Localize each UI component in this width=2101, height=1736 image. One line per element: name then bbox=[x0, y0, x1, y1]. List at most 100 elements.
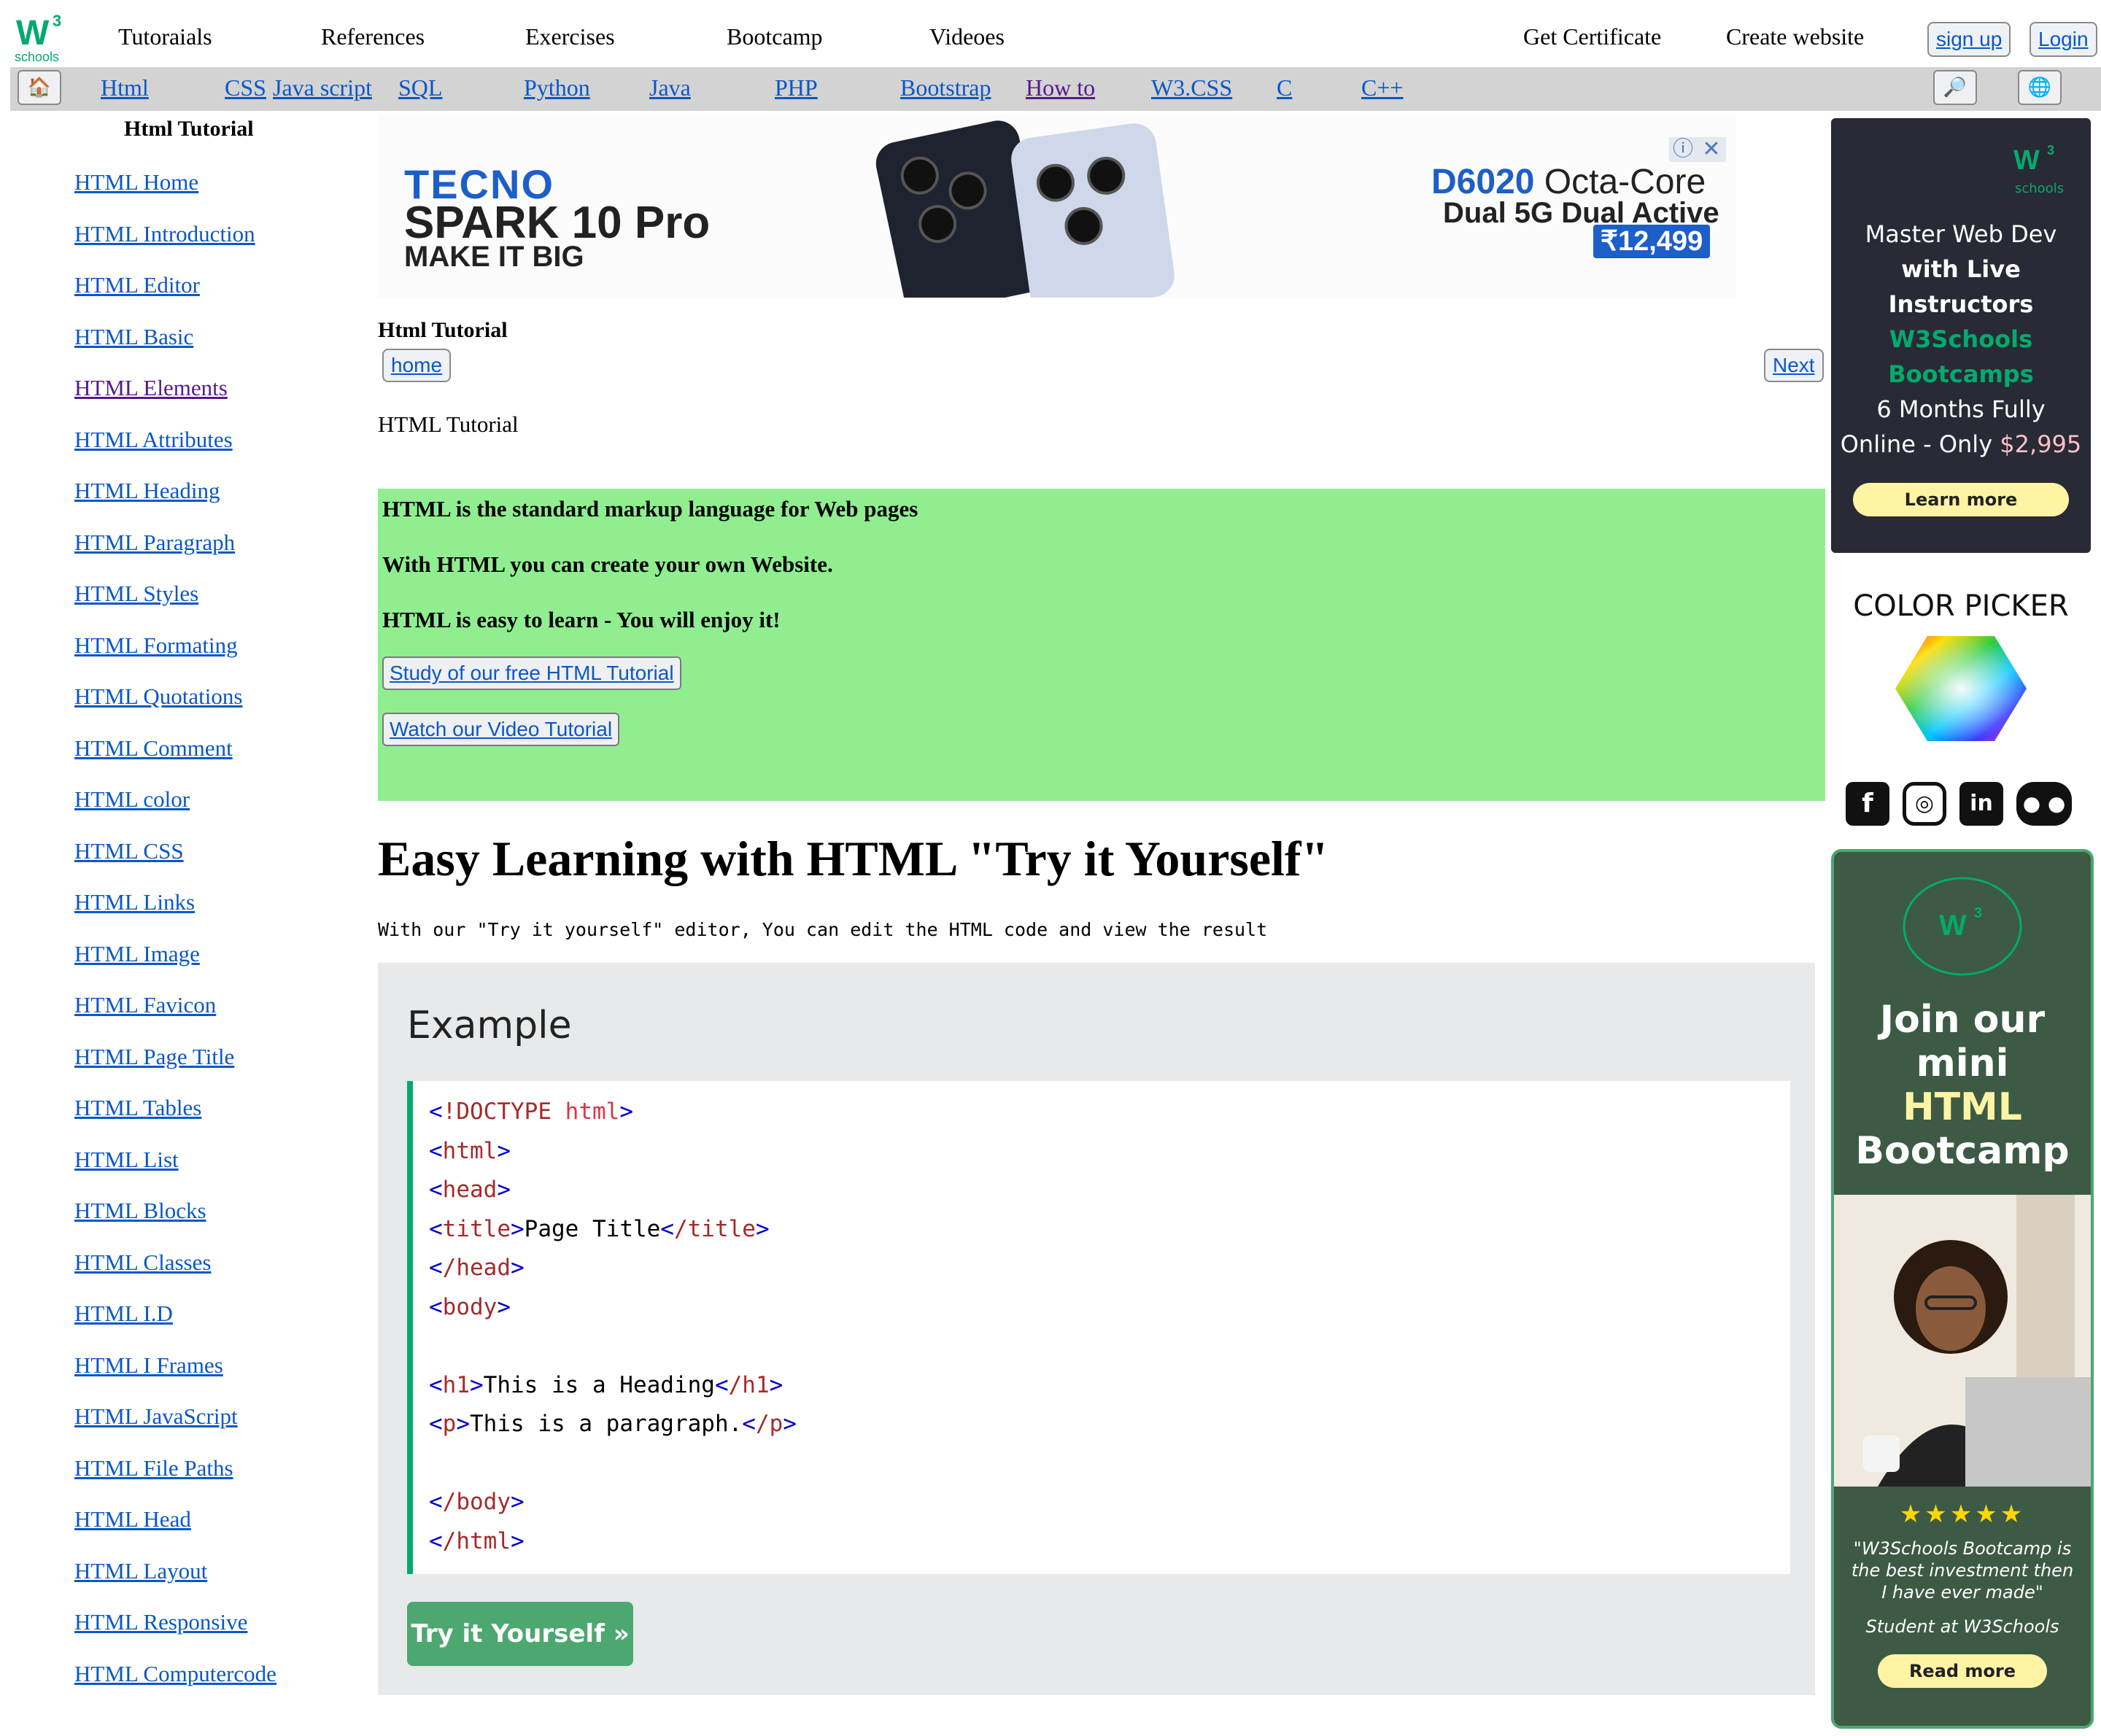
subnav-sql[interactable]: SQL bbox=[398, 74, 442, 101]
sidebar-title: Html Tutorial bbox=[124, 117, 254, 141]
intro-panel: HTML is the standard markup language for… bbox=[378, 489, 1825, 801]
ad2-line3: HTML bbox=[1903, 1085, 2022, 1129]
ad-chip-label: D6020 Octa-Core bbox=[1431, 162, 1706, 202]
sidebar-item-color[interactable]: HTML color bbox=[74, 785, 276, 837]
subnav-javascript[interactable]: Java script bbox=[273, 74, 372, 101]
subnav-bootstrap[interactable]: Bootstrap bbox=[900, 74, 991, 101]
student-photo bbox=[1834, 1195, 2091, 1487]
sidebar-item-classes[interactable]: HTML Classes bbox=[74, 1248, 276, 1300]
read-more-button[interactable]: Read more bbox=[1878, 1654, 2047, 1688]
color-picker-title: COLOR PICKER bbox=[1853, 589, 2069, 623]
instagram-icon[interactable]: ◎ bbox=[1903, 782, 1946, 826]
ad1-price: $2,995 bbox=[2000, 430, 2082, 458]
code-line: <head> bbox=[429, 1177, 511, 1203]
mini-bootcamp-ad[interactable]: W 3 Join our mini HTML Bootcamp ★★★★★ "W… bbox=[1831, 849, 2094, 1729]
sidebar-item-introduction[interactable]: HTML Introduction bbox=[74, 220, 276, 271]
subnav-howto[interactable]: How to bbox=[1026, 74, 1095, 101]
section-lead: With our "Try it yourself" editor, You c… bbox=[378, 919, 1268, 940]
phone-ad-banner[interactable]: TECNO SPARK 10 Pro MAKE IT BIG D6020 Oct… bbox=[378, 115, 1736, 298]
rating-stars: ★★★★★ bbox=[1899, 1501, 2026, 1528]
sidebar-item-heading[interactable]: HTML Heading bbox=[74, 476, 276, 528]
subnav-cpp[interactable]: C++ bbox=[1361, 74, 1403, 101]
signup-button[interactable]: sign up bbox=[1927, 22, 2011, 57]
sidebar-item-tables[interactable]: HTML Tables bbox=[74, 1093, 276, 1145]
sidebar-item-styles[interactable]: HTML Styles bbox=[74, 579, 276, 631]
testimonial-author: Student at W3Schools bbox=[1865, 1616, 2059, 1637]
sidebar-item-comment[interactable]: HTML Comment bbox=[74, 734, 276, 786]
bootcamp-ad[interactable]: W 3 schools Master Web Dev with Live Ins… bbox=[1831, 118, 2091, 553]
sidebar-item-computercode[interactable]: HTML Computercode bbox=[74, 1659, 276, 1711]
w3-logo-label: schools bbox=[2015, 181, 2065, 196]
ad1-line7: Online - Only $2,995 bbox=[1831, 430, 2091, 458]
nav-exercises[interactable]: Exercises bbox=[525, 23, 615, 50]
discord-icon[interactable]: ● ● bbox=[2016, 782, 2072, 826]
ad2-line4: Bootcamp bbox=[1855, 1129, 2070, 1173]
sidebar-item-editor[interactable]: HTML Editor bbox=[74, 271, 276, 322]
subnav-c[interactable]: C bbox=[1277, 74, 1292, 101]
study-tutorial-button[interactable]: Study of our free HTML Tutorial bbox=[382, 656, 681, 690]
ad1-line7a: Online - Only bbox=[1840, 430, 2000, 458]
sidebar-item-file-paths[interactable]: HTML File Paths bbox=[74, 1454, 276, 1506]
subnav-java[interactable]: Java bbox=[649, 74, 691, 101]
code-line: <!DOCTYPE html> bbox=[429, 1098, 633, 1125]
nav-bootcamp[interactable]: Bootcamp bbox=[727, 23, 823, 50]
sidebar-item-css[interactable]: HTML CSS bbox=[74, 837, 276, 888]
sidebar-item-favicon[interactable]: HTML Favicon bbox=[74, 991, 276, 1042]
ad2-line1: Join our bbox=[1879, 998, 2046, 1042]
section-heading: Easy Learning with HTML "Try it Yourself… bbox=[378, 831, 1329, 886]
sidebar-item-page-title[interactable]: HTML Page Title bbox=[74, 1042, 276, 1094]
sidebar-item-id[interactable]: HTML I.D bbox=[74, 1299, 276, 1351]
house-icon[interactable]: 🏠 bbox=[18, 70, 61, 105]
next-button[interactable]: Next bbox=[1764, 349, 1824, 382]
sidebar-item-attributes[interactable]: HTML Attributes bbox=[74, 425, 276, 477]
subnav-css[interactable]: CSS bbox=[225, 74, 266, 101]
info-icon[interactable]: ⓘ bbox=[1669, 137, 1697, 162]
linkedin-icon[interactable]: in bbox=[1959, 782, 2003, 826]
watch-video-button[interactable]: Watch our Video Tutorial bbox=[382, 713, 620, 746]
intro-line-1: HTML is the standard markup language for… bbox=[382, 496, 918, 522]
magnifier-icon[interactable]: 🔎 bbox=[1933, 70, 1977, 105]
nav-get-certificate[interactable]: Get Certificate bbox=[1523, 23, 1661, 50]
phone-image-light bbox=[1008, 120, 1177, 298]
sidebar-item-blocks[interactable]: HTML Blocks bbox=[74, 1196, 276, 1248]
sidebar-item-elements[interactable]: HTML Elements bbox=[74, 373, 276, 425]
w3schools-logo[interactable]: W 3 schools bbox=[13, 12, 66, 66]
sidebar-item-home[interactable]: HTML Home bbox=[74, 168, 276, 220]
login-button[interactable]: Login bbox=[2030, 22, 2097, 57]
sidebar-item-quotations[interactable]: HTML Quotations bbox=[74, 682, 276, 734]
certified-badge-icon: W 3 bbox=[1903, 877, 2022, 976]
sidebar-item-head[interactable]: HTML Head bbox=[74, 1505, 276, 1557]
nav-create-website[interactable]: Create website bbox=[1726, 23, 1864, 50]
ad-slogan: MAKE IT BIG bbox=[404, 241, 584, 273]
subnav-w3css[interactable]: W3.CSS bbox=[1151, 74, 1232, 101]
sidebar-item-links[interactable]: HTML Links bbox=[74, 888, 276, 939]
subnav-html[interactable]: Html bbox=[101, 74, 149, 101]
ad-chip-model: D6020 bbox=[1431, 163, 1535, 201]
learn-more-button[interactable]: Learn more bbox=[1853, 483, 2069, 516]
sidebar-item-basic[interactable]: HTML Basic bbox=[74, 322, 276, 374]
code-line: <h1>This is a Heading</h1> bbox=[429, 1371, 783, 1398]
nav-references[interactable]: References bbox=[321, 23, 425, 50]
sidebar-item-list[interactable]: HTML List bbox=[74, 1145, 276, 1197]
home-button[interactable]: home bbox=[382, 349, 452, 382]
sidebar-item-layout[interactable]: HTML Layout bbox=[74, 1557, 276, 1608]
facebook-icon[interactable]: f bbox=[1846, 782, 1889, 826]
color-picker-icon[interactable] bbox=[1894, 635, 2028, 743]
sidebar-item-iframes[interactable]: HTML I Frames bbox=[74, 1351, 276, 1403]
nav-videos[interactable]: Videoes bbox=[929, 23, 1005, 50]
page-title: Html Tutorial bbox=[378, 318, 508, 342]
sidebar: HTML Home HTML Introduction HTML Editor … bbox=[74, 168, 276, 1710]
sidebar-item-image[interactable]: HTML Image bbox=[74, 939, 276, 991]
sidebar-item-paragraph[interactable]: HTML Paragraph bbox=[74, 528, 276, 580]
try-it-yourself-button[interactable]: Try it Yourself » bbox=[407, 1602, 633, 1666]
nav-tutorials[interactable]: Tutoraials bbox=[118, 23, 212, 50]
testimonial-quote: "W3Schools Bootcamp is the best investme… bbox=[1851, 1538, 2074, 1603]
sidebar-item-javascript[interactable]: HTML JavaScript bbox=[74, 1402, 276, 1454]
sidebar-item-responsive[interactable]: HTML Responsive bbox=[74, 1608, 276, 1659]
subnav-php[interactable]: PHP bbox=[775, 74, 818, 101]
globe-icon[interactable]: 🌐 bbox=[2018, 70, 2062, 105]
svg-text:W: W bbox=[1939, 910, 1967, 942]
sidebar-item-formating[interactable]: HTML Formating bbox=[74, 631, 276, 683]
subnav-python[interactable]: Python bbox=[524, 74, 590, 101]
close-icon[interactable]: ✕ bbox=[1697, 137, 1726, 162]
